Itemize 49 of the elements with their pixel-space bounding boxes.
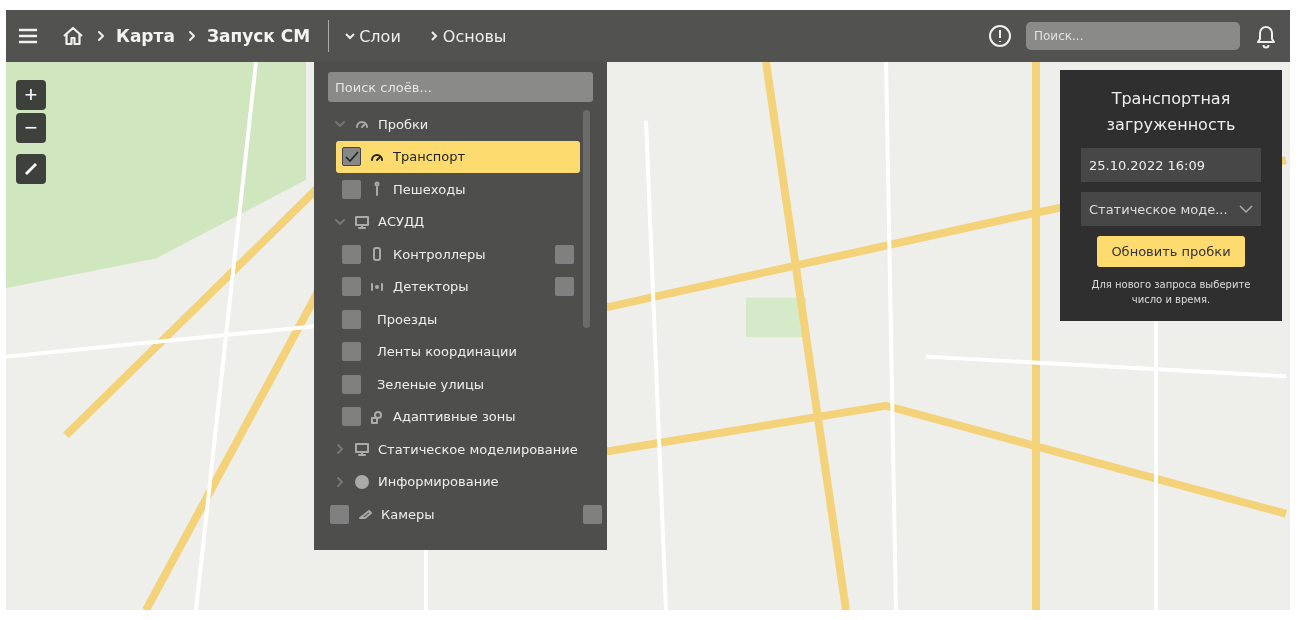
scrollbar[interactable] [583, 110, 590, 328]
menu-button[interactable] [18, 28, 38, 44]
checkbox[interactable] [342, 309, 361, 329]
breadcrumb-link[interactable]: Карта [116, 26, 175, 46]
layer-item[interactable]: Пешеходы [336, 173, 580, 206]
checkbox[interactable] [342, 374, 361, 394]
datetime-field[interactable]: 25.10.2022 16:09 [1081, 148, 1261, 182]
checkbox[interactable] [342, 277, 361, 297]
zoom-in-button[interactable]: + [16, 80, 46, 110]
layer-group[interactable]: Пробки [328, 108, 580, 141]
alert-button[interactable] [988, 24, 1012, 48]
checkbox[interactable] [583, 504, 602, 524]
ruler-icon [23, 161, 39, 177]
breadcrumb-link[interactable]: Запуск СМ [206, 26, 311, 46]
checkbox[interactable] [342, 407, 361, 427]
menu-toggle[interactable]: Слои [343, 26, 401, 46]
layer-item[interactable]: Камеры [328, 498, 604, 531]
checkbox[interactable] [342, 342, 361, 362]
checkbox[interactable] [342, 244, 361, 264]
layer-item[interactable]: Адаптивные зоны [336, 400, 580, 433]
layer-search-field[interactable]: Поиск слоёв... [328, 72, 593, 102]
refresh-button[interactable]: Обновить пробки [1097, 236, 1245, 267]
checkbox[interactable] [555, 277, 574, 297]
layer-item[interactable]: Детекторы [336, 270, 580, 303]
menu-toggle[interactable]: Основы [426, 26, 507, 46]
panel-title: Транспортная загруженность [1105, 88, 1237, 136]
layer-group[interactable]: Информирование [328, 465, 580, 498]
layer-item[interactable]: Транспорт [336, 140, 580, 173]
zone-icon [369, 408, 385, 425]
checkbox[interactable] [330, 504, 349, 524]
mode-dropdown[interactable]: Статическое моде... [1081, 192, 1261, 226]
search-field[interactable]: Поиск... [1026, 22, 1240, 50]
layer-group[interactable]: АСУДД [328, 205, 580, 238]
monitor-icon [354, 441, 370, 458]
checkbox[interactable] [342, 179, 361, 199]
layer-item[interactable]: Зеленые улицы [336, 368, 580, 401]
home-button[interactable] [62, 26, 84, 46]
layer-item[interactable]: Проезды [336, 303, 580, 336]
checkbox[interactable] [342, 147, 361, 167]
chevron-down-icon [1239, 204, 1253, 214]
layer-group[interactable]: Статическое моделирование [328, 433, 580, 466]
zoom-out-button[interactable]: − [16, 113, 46, 143]
hint-text: Для нового запроса выберите число и время. [1090, 278, 1252, 307]
monitor-icon [354, 213, 370, 230]
bell-button[interactable] [1254, 23, 1278, 49]
ruler-button[interactable] [16, 154, 46, 184]
layer-item[interactable]: Ленты координации [336, 335, 580, 368]
layer-item[interactable]: Контроллеры [336, 238, 580, 271]
checkbox[interactable] [555, 244, 574, 264]
